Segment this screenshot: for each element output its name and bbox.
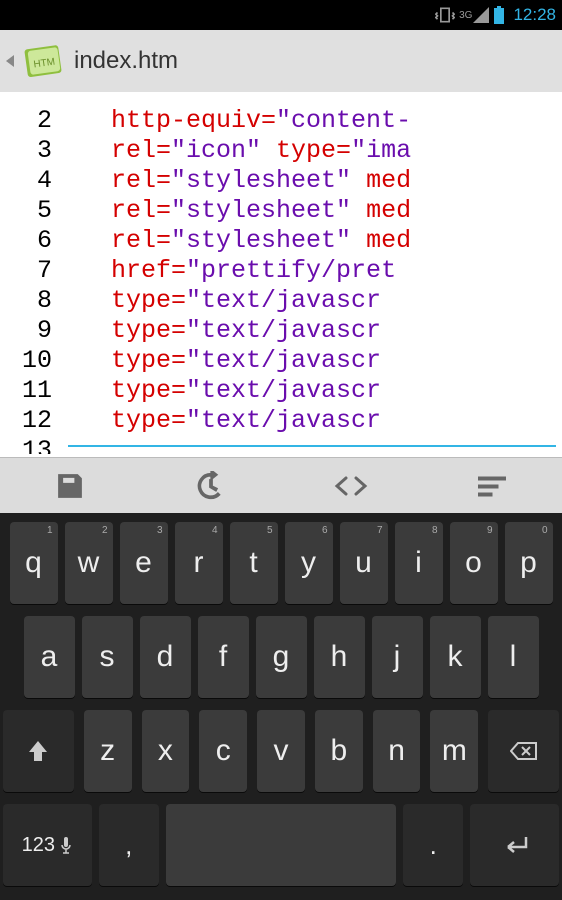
code-line[interactable]: rel="stylesheet" med [62,196,562,226]
tags-button[interactable] [281,458,422,513]
key-t[interactable]: 5t [230,522,278,604]
backspace-key[interactable] [488,710,559,792]
key-s[interactable]: s [82,616,133,698]
key-i[interactable]: 8i [395,522,443,604]
line-number: 3 [0,136,52,166]
enter-key[interactable] [470,804,559,886]
key-b[interactable]: b [315,710,363,792]
key-r[interactable]: 4r [175,522,223,604]
shift-key[interactable] [3,710,74,792]
back-caret-icon[interactable] [6,55,14,67]
battery-icon [493,6,505,24]
code-line[interactable]: rel="icon" type="ima [62,136,562,166]
filename-title: index.htm [74,47,178,75]
key-m[interactable]: m [430,710,478,792]
key-e[interactable]: 3e [120,522,168,604]
key-j[interactable]: j [372,616,423,698]
line-number: 11 [0,376,52,406]
status-bar: 3G 12:28 [0,0,562,30]
key-o[interactable]: 9o [450,522,498,604]
code-editor[interactable]: 23456789101112 http-equiv="content- rel=… [0,92,562,457]
key-h[interactable]: h [314,616,365,698]
line-number: 8 [0,286,52,316]
space-key[interactable] [166,804,396,886]
key-l[interactable]: l [488,616,539,698]
key-u[interactable]: 7u [340,522,388,604]
code-line[interactable]: type="text/javascr [62,286,562,316]
code-line[interactable]: rel="stylesheet" med [62,166,562,196]
line-number: 13 [0,436,62,454]
symbols-key[interactable]: 123 [3,804,92,886]
line-number: 4 [0,166,52,196]
key-d[interactable]: d [140,616,191,698]
key-x[interactable]: x [142,710,190,792]
code-line[interactable]: type="text/javascr [62,346,562,376]
code-line[interactable]: href="prettify/pret [62,256,562,286]
network-indicator: 3G [459,7,489,23]
editor-toolbar [0,457,562,513]
soft-keyboard: 1q2w3e4r5t6y7u8i9o0p asdfghjkl zxcvbnm 1… [0,513,562,900]
key-g[interactable]: g [256,616,307,698]
key-p[interactable]: 0p [505,522,553,604]
code-content[interactable]: http-equiv="content- rel="icon" type="im… [62,92,562,457]
line-number: 7 [0,256,52,286]
clock: 12:28 [513,5,556,25]
key-f[interactable]: f [198,616,249,698]
code-line[interactable]: type="text/javascr [62,376,562,406]
key-z[interactable]: z [84,710,132,792]
code-line[interactable]: type="text/javascr [62,316,562,346]
key-a[interactable]: a [24,616,75,698]
history-button[interactable] [141,458,282,513]
line-number: 12 [0,406,52,436]
key-v[interactable]: v [257,710,305,792]
line-number: 6 [0,226,52,256]
menu-button[interactable] [422,458,562,513]
line-number: 9 [0,316,52,346]
code-line[interactable]: http-equiv="content- [62,106,562,136]
cursor-indicator [68,445,556,447]
key-q[interactable]: 1q [10,522,58,604]
save-button[interactable] [0,458,141,513]
comma-key[interactable]: , [99,804,159,886]
key-c[interactable]: c [199,710,247,792]
key-w[interactable]: 2w [65,522,113,604]
line-number: 5 [0,196,52,226]
period-key[interactable]: . [403,804,463,886]
line-gutter: 23456789101112 [0,92,62,457]
line-number: 2 [0,106,52,136]
code-line[interactable]: type="text/javascr [62,406,562,436]
app-icon[interactable]: HTM [22,39,66,83]
key-y[interactable]: 6y [285,522,333,604]
vibrate-icon [435,5,455,25]
app-header: HTM index.htm [0,30,562,92]
line-number: 10 [0,346,52,376]
key-n[interactable]: n [373,710,421,792]
code-line[interactable]: rel="stylesheet" med [62,226,562,256]
key-k[interactable]: k [430,616,481,698]
